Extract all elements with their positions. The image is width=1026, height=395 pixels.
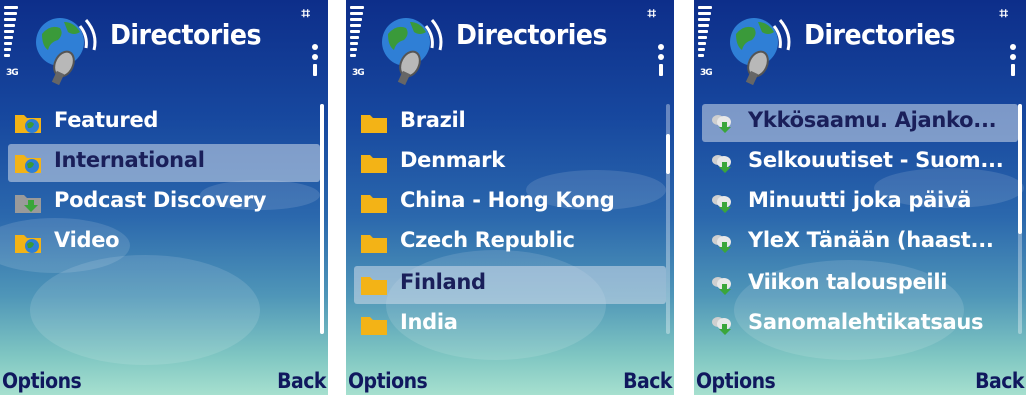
podcast-globe-icon	[382, 18, 443, 86]
podcast-globe-icon	[36, 18, 97, 86]
podcast-download-icon	[712, 277, 731, 295]
list-item-india[interactable]: India	[354, 306, 666, 344]
list-item-denmark[interactable]: Denmark	[354, 144, 666, 182]
screen-title: Directories	[804, 18, 956, 51]
podcast-download-icon	[712, 195, 731, 213]
podcast-download-icon	[712, 155, 731, 173]
list-item-brazil[interactable]: Brazil	[354, 104, 666, 142]
scrollbar-thumb[interactable]	[666, 134, 670, 174]
connection-indicator-icon: ⌗	[999, 4, 1008, 22]
network-type-label: 3G	[352, 68, 365, 78]
screen-title: Directories	[456, 18, 608, 51]
options-softkey[interactable]: Options	[2, 369, 82, 393]
list-item-label: Czech Republic	[400, 228, 575, 252]
signal-strength-icon: 3G	[2, 0, 24, 92]
list-item-label: Denmark	[400, 148, 505, 172]
folder-globe-icon	[15, 235, 41, 253]
list-item-label: Featured	[54, 108, 159, 132]
list-item-podcast[interactable]: YleX Tänään (haast...	[702, 224, 1018, 262]
list-item-label: Brazil	[400, 108, 466, 132]
podcast-download-icon	[712, 317, 731, 335]
list-item-podcast[interactable]: Ykkösaamu. Ajanko...	[702, 104, 1018, 142]
signal-strength-icon: 3G	[696, 0, 718, 92]
list-item-podcast[interactable]: Selkouutiset - Suom...	[702, 144, 1018, 182]
scrollbar[interactable]	[666, 104, 670, 334]
folder-globe-icon	[15, 115, 41, 133]
back-softkey[interactable]: Back	[975, 369, 1024, 393]
list-item-label: YleX Tänään (haast...	[748, 228, 994, 252]
phone-screen-3: 3G Directories ⌗ Ykkösaamu. Ajanko... Se…	[694, 0, 1026, 395]
list-item-label: Viikon talouspeili	[748, 270, 948, 294]
folder-icon	[361, 155, 387, 173]
folder-icon	[361, 115, 387, 133]
scrollbar-thumb[interactable]	[320, 104, 324, 334]
folder-icon	[361, 195, 387, 213]
folder-icon	[361, 277, 387, 295]
list-item-label: Finland	[400, 270, 486, 294]
battery-indicator-icon	[312, 44, 320, 82]
list-item-label: China - Hong Kong	[400, 188, 615, 212]
list-item-podcast-discovery[interactable]: Podcast Discovery	[8, 184, 320, 222]
list-item-label: Podcast Discovery	[54, 188, 267, 212]
list-item-international[interactable]: International	[8, 144, 320, 182]
network-type-label: 3G	[6, 68, 19, 78]
list-item-label: Video	[54, 228, 120, 252]
podcast-globe-icon	[730, 18, 791, 86]
scrollbar[interactable]	[320, 104, 324, 334]
list-item-label: Ykkösaamu. Ajanko...	[748, 108, 997, 132]
scrollbar-thumb[interactable]	[1018, 104, 1022, 234]
list-item-finland[interactable]: Finland	[354, 266, 666, 304]
list-item-label: India	[400, 310, 458, 334]
list-item-label: Sanomalehtikatsaus	[748, 310, 984, 334]
connection-indicator-icon: ⌗	[301, 4, 310, 22]
network-type-label: 3G	[700, 68, 713, 78]
folder-icon	[361, 317, 387, 335]
podcast-download-icon	[712, 235, 731, 253]
folder-icon	[361, 235, 387, 253]
list-item-label: Selkouutiset - Suom...	[748, 148, 1004, 172]
folder-download-icon	[15, 195, 41, 213]
list-item-podcast[interactable]: Minuutti joka päivä	[702, 184, 1018, 222]
list-item-podcast[interactable]: Sanomalehtikatsaus	[702, 306, 1018, 344]
list-item-podcast[interactable]: Viikon talouspeili	[702, 266, 1018, 304]
battery-indicator-icon	[1010, 44, 1018, 82]
back-softkey[interactable]: Back	[623, 369, 672, 393]
phone-screen-1: 3G Directories ⌗ Featured International	[0, 0, 328, 395]
options-softkey[interactable]: Options	[348, 369, 428, 393]
list-item-video[interactable]: Video	[8, 224, 320, 262]
podcast-download-icon	[712, 115, 731, 133]
screen-title: Directories	[110, 18, 262, 51]
signal-strength-icon: 3G	[348, 0, 370, 92]
options-softkey[interactable]: Options	[696, 369, 776, 393]
scrollbar[interactable]	[1018, 104, 1022, 334]
list-item-featured[interactable]: Featured	[8, 104, 320, 142]
back-softkey[interactable]: Back	[277, 369, 326, 393]
list-item-label: Minuutti joka päivä	[748, 188, 972, 212]
list-item-label: International	[54, 148, 205, 172]
connection-indicator-icon: ⌗	[647, 4, 656, 22]
phone-screen-2: 3G Directories ⌗ Brazil Denmark China - …	[346, 0, 674, 395]
battery-indicator-icon	[658, 44, 666, 82]
folder-globe-icon	[15, 155, 41, 173]
list-item-czech-republic[interactable]: Czech Republic	[354, 224, 666, 262]
list-item-china-hong-kong[interactable]: China - Hong Kong	[354, 184, 666, 222]
